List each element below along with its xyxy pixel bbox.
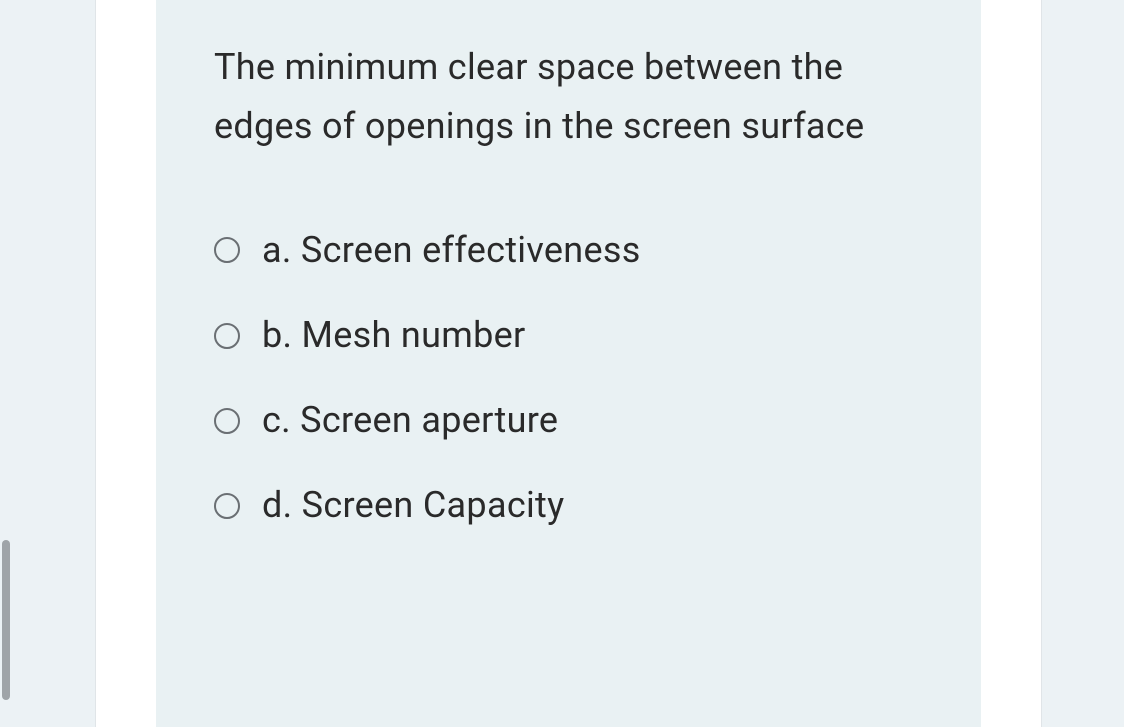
- question-card: The minimum clear space between the edge…: [156, 0, 981, 727]
- option-label: a. Screen effectiveness: [262, 229, 641, 272]
- option-label: c. Screen aperture: [262, 399, 558, 442]
- option-text: Screen effectiveness: [301, 229, 641, 271]
- question-text: The minimum clear space between the edge…: [214, 38, 923, 157]
- option-text: Screen Capacity: [302, 484, 565, 526]
- option-c[interactable]: c. Screen aperture: [214, 399, 923, 442]
- option-letter: d.: [262, 484, 292, 526]
- option-label: d. Screen Capacity: [262, 484, 564, 527]
- option-d[interactable]: d. Screen Capacity: [214, 484, 923, 527]
- option-letter: a.: [262, 229, 292, 271]
- options-list: a. Screen effectiveness b. Mesh number c…: [214, 229, 923, 528]
- option-label: b. Mesh number: [262, 314, 526, 357]
- radio-icon: [214, 408, 240, 434]
- radio-icon: [214, 237, 240, 263]
- option-text: Screen aperture: [300, 399, 558, 441]
- option-letter: c.: [262, 399, 291, 441]
- option-a[interactable]: a. Screen effectiveness: [214, 229, 923, 272]
- radio-icon: [214, 323, 240, 349]
- option-letter: b.: [262, 314, 292, 356]
- content-panel: The minimum clear space between the edge…: [95, 0, 1042, 727]
- scrollbar-thumb[interactable]: [2, 540, 10, 700]
- option-b[interactable]: b. Mesh number: [214, 314, 923, 357]
- radio-icon: [214, 493, 240, 519]
- option-text: Mesh number: [302, 314, 526, 356]
